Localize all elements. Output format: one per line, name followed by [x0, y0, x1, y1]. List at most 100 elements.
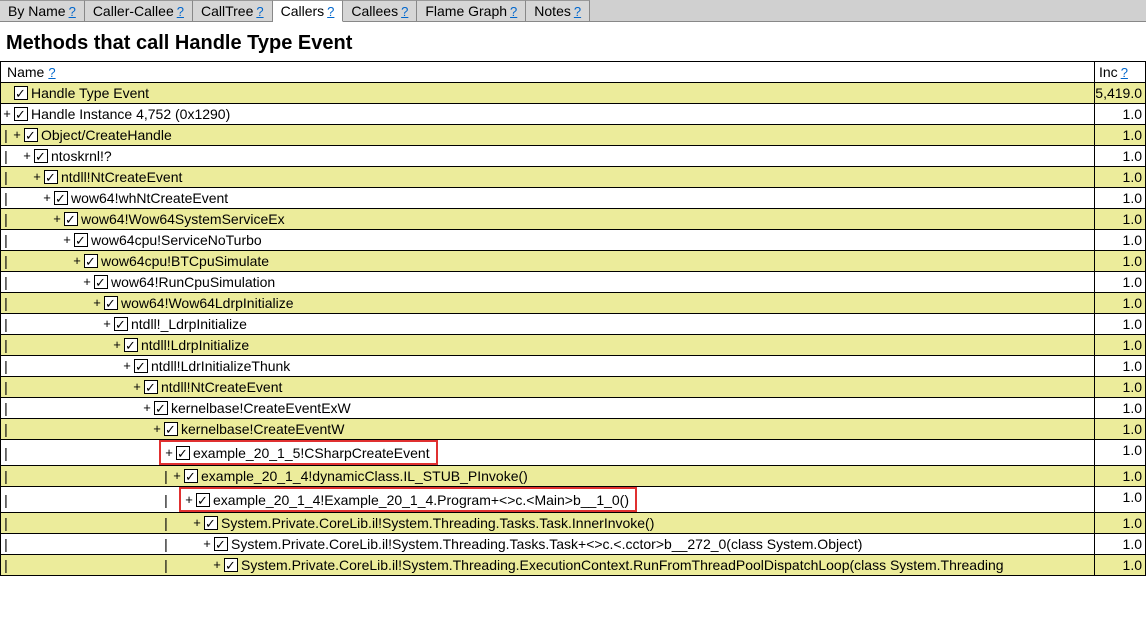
tree-row[interactable]: | +ntdll!NtCreateEvent1.0 — [1, 377, 1145, 398]
expand-icon[interactable]: + — [111, 335, 123, 355]
row-checkbox[interactable] — [94, 275, 108, 289]
row-checkbox[interactable] — [54, 191, 68, 205]
tree-row-inc-cell: 1.0 — [1095, 209, 1145, 229]
help-icon[interactable]: ? — [574, 4, 581, 19]
row-checkbox[interactable] — [24, 128, 38, 142]
tree-row-label: wow64!Wow64LdrpInitialize — [120, 293, 294, 313]
expand-icon[interactable]: + — [31, 167, 43, 187]
tab-calltree[interactable]: CallTree? — [193, 0, 273, 21]
tree-row[interactable]: | | +System.Private.CoreLib.il!System.Th… — [1, 513, 1145, 534]
row-checkbox[interactable] — [114, 317, 128, 331]
expand-icon[interactable]: + — [141, 398, 153, 418]
help-icon[interactable]: ? — [401, 4, 408, 19]
expand-icon[interactable]: + — [21, 146, 33, 166]
row-checkbox[interactable] — [154, 401, 168, 415]
tree-row[interactable]: | +kernelbase!CreateEventW1.0 — [1, 419, 1145, 440]
row-checkbox[interactable] — [214, 537, 228, 551]
row-checkbox[interactable] — [204, 516, 218, 530]
expand-icon[interactable]: + — [71, 251, 83, 271]
tree-row[interactable]: | +ntdll!_LdrpInitialize1.0 — [1, 314, 1145, 335]
tab-caller-callee[interactable]: Caller-Callee? — [85, 0, 193, 21]
row-checkbox[interactable] — [144, 380, 158, 394]
row-checkbox[interactable] — [124, 338, 138, 352]
help-icon[interactable]: ? — [510, 4, 517, 19]
expand-icon[interactable]: + — [81, 272, 93, 292]
tab-by-name[interactable]: By Name? — [0, 0, 85, 21]
tree-row[interactable]: | +ntoskrnl!?1.0 — [1, 146, 1145, 167]
row-checkbox[interactable] — [184, 469, 198, 483]
tree-row[interactable]: | | +System.Private.CoreLib.il!System.Th… — [1, 555, 1145, 576]
row-checkbox[interactable] — [196, 493, 210, 507]
expand-icon[interactable]: + — [11, 125, 23, 145]
row-checkbox[interactable] — [164, 422, 178, 436]
tab-callees[interactable]: Callees? — [343, 0, 417, 21]
tree-row[interactable]: | +kernelbase!CreateEventExW1.0 — [1, 398, 1145, 419]
help-icon[interactable]: ? — [1121, 65, 1128, 80]
help-icon[interactable]: ? — [256, 4, 263, 19]
expand-icon[interactable]: + — [51, 209, 63, 229]
help-icon[interactable]: ? — [48, 65, 55, 80]
tree-guide: | — [1, 335, 11, 355]
tree-row[interactable]: +Handle Instance 4,752 (0x1290)1.0 — [1, 104, 1145, 125]
tree-row-inc-cell: 1.0 — [1095, 440, 1145, 465]
row-checkbox[interactable] — [176, 446, 190, 460]
row-checkbox[interactable] — [44, 170, 58, 184]
row-checkbox[interactable] — [134, 359, 148, 373]
tree-row[interactable]: | +ntdll!LdrInitializeThunk1.0 — [1, 356, 1145, 377]
row-checkbox[interactable] — [14, 107, 28, 121]
expand-icon[interactable]: + — [171, 466, 183, 486]
expand-icon[interactable]: + — [151, 419, 163, 439]
row-checkbox[interactable] — [64, 212, 78, 226]
row-checkbox[interactable] — [74, 233, 88, 247]
expand-icon[interactable]: + — [41, 188, 53, 208]
tree-row[interactable]: | +ntdll!LdrpInitialize1.0 — [1, 335, 1145, 356]
tree-row-label: wow64cpu!BTCpuSimulate — [100, 251, 269, 271]
expand-icon[interactable]: + — [191, 513, 203, 533]
row-checkbox[interactable] — [14, 86, 28, 100]
help-icon[interactable]: ? — [69, 4, 76, 19]
expand-icon[interactable]: + — [1, 104, 13, 124]
tab-notes[interactable]: Notes? — [526, 0, 590, 21]
tree-row[interactable]: | +wow64!whNtCreateEvent1.0 — [1, 188, 1145, 209]
tree-row[interactable]: | +wow64!Wow64SystemServiceEx1.0 — [1, 209, 1145, 230]
expand-icon[interactable]: + — [101, 314, 113, 334]
expand-icon[interactable]: + — [91, 293, 103, 313]
column-header-inc[interactable]: Inc ? — [1095, 62, 1145, 82]
tree-row[interactable]: |+Object/CreateHandle1.0 — [1, 125, 1145, 146]
tree-row[interactable]: | +example_20_1_5!CSharpCreateEvent1.0 — [1, 440, 1145, 466]
tree-row[interactable]: | +ntdll!NtCreateEvent1.0 — [1, 167, 1145, 188]
help-icon[interactable]: ? — [327, 4, 334, 19]
expand-icon[interactable]: + — [121, 356, 133, 376]
expand-icon[interactable]: + — [131, 377, 143, 397]
expand-icon[interactable]: + — [61, 230, 73, 250]
expand-icon[interactable]: + — [163, 443, 175, 463]
tree-guide: | — [1, 209, 11, 229]
tree-row-name-cell: | +wow64!Wow64LdrpInitialize — [1, 293, 1095, 313]
expand-icon[interactable]: + — [211, 555, 223, 575]
tab-flame-graph[interactable]: Flame Graph? — [417, 0, 526, 21]
tree-row[interactable]: Handle Type Event5,419.0 — [1, 83, 1145, 104]
tab-callers[interactable]: Callers? — [273, 0, 344, 22]
tree-guide: | — [1, 377, 11, 397]
expand-icon[interactable]: + — [183, 490, 195, 510]
column-header-name[interactable]: Name ? — [1, 62, 1095, 82]
tree-row[interactable]: | | +System.Private.CoreLib.il!System.Th… — [1, 534, 1145, 555]
row-checkbox[interactable] — [104, 296, 118, 310]
tree-row[interactable]: | +wow64!RunCpuSimulation1.0 — [1, 272, 1145, 293]
tree-row-inc-cell: 1.0 — [1095, 188, 1145, 208]
tree-row-label: example_20_1_4!dynamicClass.IL_STUB_PInv… — [200, 466, 528, 486]
tree-row-label: example_20_1_4!Example_20_1_4.Program+<>… — [212, 490, 629, 510]
tree-guide: | — [1, 146, 11, 166]
tree-row[interactable]: | +wow64cpu!BTCpuSimulate1.0 — [1, 251, 1145, 272]
expand-icon[interactable]: + — [201, 534, 213, 554]
tree-row[interactable]: | +wow64!Wow64LdrpInitialize1.0 — [1, 293, 1145, 314]
tree-row[interactable]: | +wow64cpu!ServiceNoTurbo1.0 — [1, 230, 1145, 251]
tree-row-name-cell: | | +System.Private.CoreLib.il!System.Th… — [1, 555, 1095, 575]
tree-row-name-cell: | |+example_20_1_4!dynamicClass.IL_STUB_… — [1, 466, 1095, 486]
tree-row[interactable]: | |+example_20_1_4!dynamicClass.IL_STUB_… — [1, 466, 1145, 487]
row-checkbox[interactable] — [224, 558, 238, 572]
row-checkbox[interactable] — [84, 254, 98, 268]
row-checkbox[interactable] — [34, 149, 48, 163]
help-icon[interactable]: ? — [177, 4, 184, 19]
tree-row[interactable]: | | +example_20_1_4!Example_20_1_4.Progr… — [1, 487, 1145, 513]
